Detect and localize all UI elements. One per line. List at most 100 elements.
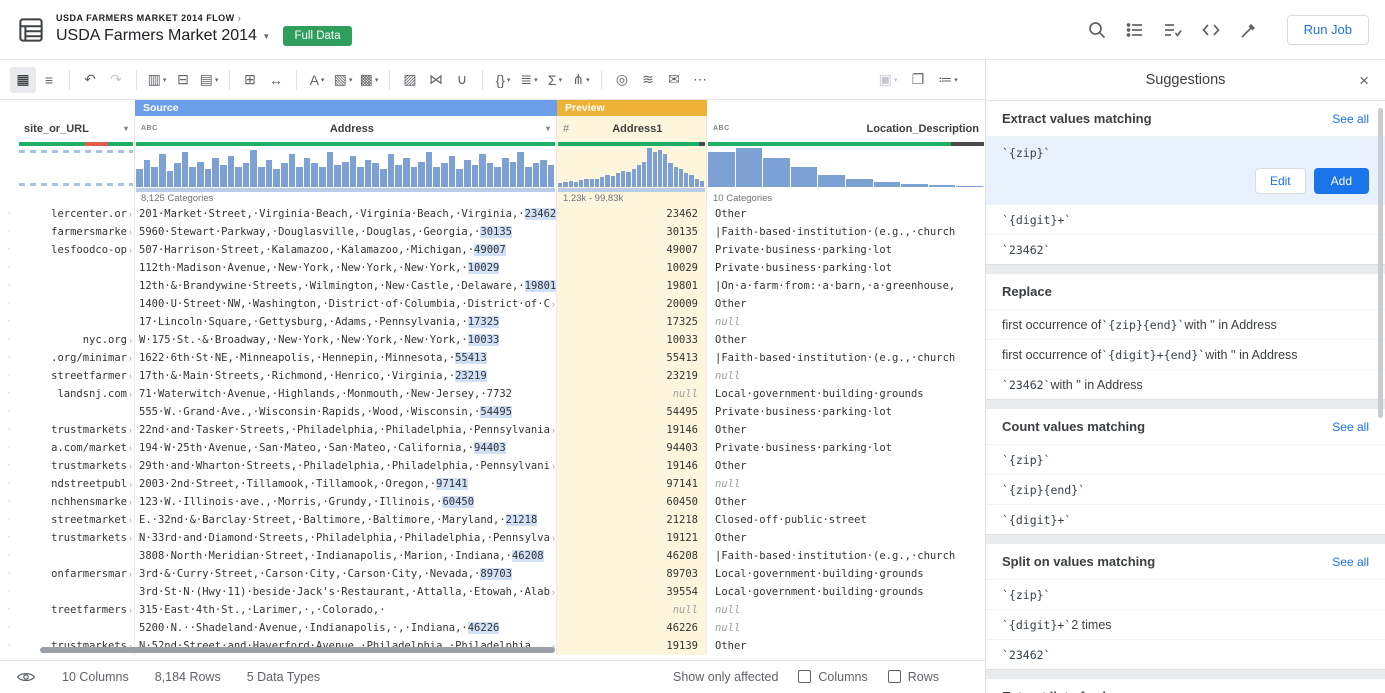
nest-columns-button[interactable]: ▩▾ [356,67,382,93]
cell-address1[interactable]: 55413 [557,349,707,367]
address-zip-highlight[interactable]: 89703 [480,568,512,580]
suggestion-option[interactable]: `{zip}` [986,579,1385,609]
manage-columns-button[interactable]: ▥▾ [144,67,170,93]
data-quality-bar[interactable] [558,142,705,146]
address-zip-highlight[interactable]: 19801 [525,280,557,292]
cell-location-description[interactable]: Local·government·building·grounds [707,385,985,403]
eyedropper-icon[interactable] [1239,20,1259,40]
cell-address1[interactable]: 19146 [557,457,707,475]
comment-button[interactable]: ✉ [661,67,687,93]
cell-address[interactable]: W·175·St.·&·Broadway,·New·York,·New·York… [135,331,557,349]
cell-address[interactable]: 17th·&·Main·Streets,·Richmond,·Henrico,·… [135,367,557,385]
cell-location-description[interactable]: Private·business·parking·lot [707,439,985,457]
column-histogram[interactable] [707,148,985,188]
cell-address1[interactable]: 17325 [557,313,707,331]
cell-address1[interactable]: 49007 [557,241,707,259]
cell-address1[interactable]: 23462 [557,205,707,223]
row-handle[interactable]: · [0,223,18,241]
cell-site-or-url[interactable]: lercenter.or› [18,205,135,223]
suggestion-option[interactable]: `{zip}` [986,444,1385,474]
rows-filter[interactable]: Rows [888,670,939,684]
address-zip-highlight[interactable]: 49007 [474,244,506,256]
column-header-location-description[interactable]: ABC Location_Description 10 Categories [707,116,985,205]
row-handle[interactable]: · [0,421,18,439]
address-zip-highlight[interactable]: 46226 [468,622,500,634]
cell-address1[interactable]: null [557,601,707,619]
cell-address1[interactable]: 60450 [557,493,707,511]
address-zip-highlight[interactable]: 21218 [506,514,538,526]
data-quality-bar[interactable] [708,142,984,146]
aggregate-button[interactable]: Σ▾ [542,67,568,93]
cell-address[interactable]: 17·Lincoln·Square,·Gettysburg,·Adams,·Pe… [135,313,557,331]
row-handle[interactable]: · [0,349,18,367]
column-header-address[interactable]: ABC Address ▾ 8,125 Categories [135,116,557,205]
column-header-address1[interactable]: # Address1 1.23k - 99.83k [557,116,707,205]
cell-location-description[interactable]: |Faith-based·institution·(e.g.,·church [707,547,985,565]
cell-site-or-url[interactable]: trustmarkets› [18,457,135,475]
breadcrumb[interactable]: USDA FARMERS MARKET 2014 FLOW› [56,13,352,23]
cell-site-or-url[interactable]: lesfoodco-op› [18,241,135,259]
cell-address[interactable]: 194·W·25th·Avenue,·San·Mateo,·San·Mateo,… [135,439,557,457]
filter-rows-button[interactable]: ▤▾ [196,67,222,93]
cell-address[interactable]: 71·Waterwitch·Avenue,·Highlands,·Monmout… [135,385,557,403]
cell-site-or-url[interactable]: .org/minimar› [18,349,135,367]
cell-address1[interactable]: 46226 [557,619,707,637]
target-button[interactable]: ◎ [609,67,635,93]
address-zip-highlight[interactable]: 17325 [468,316,500,328]
run-job-button[interactable]: Run Job [1287,15,1369,45]
cell-location-description[interactable]: Local·government·building·grounds [707,583,985,601]
columns-filter[interactable]: Columns [798,670,867,684]
recipe-button[interactable]: ❐ [905,67,931,93]
row-handle[interactable]: · [0,241,18,259]
address-zip-highlight[interactable]: 97141 [436,478,468,490]
cell-site-or-url[interactable] [18,277,135,295]
cell-site-or-url[interactable]: streetmarket› [18,511,135,529]
address-zip-highlight[interactable]: 23219 [455,370,487,382]
column-menu-icon[interactable]: ▾ [546,124,550,133]
address-zip-highlight[interactable]: 55413 [455,352,487,364]
cell-site-or-url[interactable] [18,583,135,601]
cell-site-or-url[interactable]: onfarmersmar› [18,565,135,583]
new-column-button[interactable]: ⊞ [237,67,263,93]
row-handle[interactable]: · [0,547,18,565]
more-options-button[interactable]: ⋯ [687,67,713,93]
cell-location-description[interactable]: null [707,601,985,619]
cell-site-or-url[interactable]: trustmarkets› [18,529,135,547]
cell-address[interactable]: 507·Harrison·Street,·Kalamazoo,·Kalamazo… [135,241,557,259]
cell-address1[interactable]: 54495 [557,403,707,421]
eye-icon[interactable] [16,670,36,684]
cell-site-or-url[interactable]: a.com/market› [18,439,135,457]
cell-address1[interactable]: 20009 [557,295,707,313]
cell-address1[interactable]: 10033 [557,331,707,349]
row-handle[interactable]: · [0,295,18,313]
cell-site-or-url[interactable]: landsnj.com› [18,385,135,403]
union-button[interactable]: ∪ [449,67,475,93]
column-histogram[interactable] [135,148,556,188]
cell-address[interactable]: 29th·and·Wharton·Streets,·Philadelphia,·… [135,457,557,475]
cell-address1[interactable]: 94403 [557,439,707,457]
column-histogram[interactable] [18,148,134,193]
suggestion-option[interactable]: `23462` with '' in Address [986,369,1385,399]
cell-location-description[interactable]: Other [707,205,985,223]
cell-site-or-url[interactable]: farmersmarke› [18,223,135,241]
cell-location-description[interactable]: Private·business·parking·lot [707,241,985,259]
suggestion-option[interactable]: `23462` [986,639,1385,669]
suggestion-option[interactable]: `23462` [986,234,1385,264]
checklist-icon[interactable] [1163,20,1183,40]
cell-site-or-url[interactable]: trustmarkets› [18,421,135,439]
cell-address[interactable]: E.·32nd·&·Barclay·Street,·Baltimore,·Bal… [135,511,557,529]
row-handle[interactable]: · [0,367,18,385]
cell-site-or-url[interactable]: ndstreetpubl› [18,475,135,493]
cell-address[interactable]: 3808·North·Meridian·Street,·Indianapolis… [135,547,557,565]
cell-location-description[interactable]: null [707,367,985,385]
cell-location-description[interactable]: Closed-off·public·street [707,511,985,529]
cell-site-or-url[interactable] [18,313,135,331]
display-settings-button[interactable]: ≔▾ [935,67,961,93]
cell-location-description[interactable]: Other [707,457,985,475]
see-all-link[interactable]: See all [1332,420,1369,434]
columns-checkbox[interactable] [798,670,811,683]
edit-button[interactable]: Edit [1255,168,1306,194]
address-zip-highlight[interactable]: 54495 [480,406,512,418]
address-zip-highlight[interactable]: 60450 [442,496,474,508]
see-all-link[interactable]: See all [1332,112,1369,126]
